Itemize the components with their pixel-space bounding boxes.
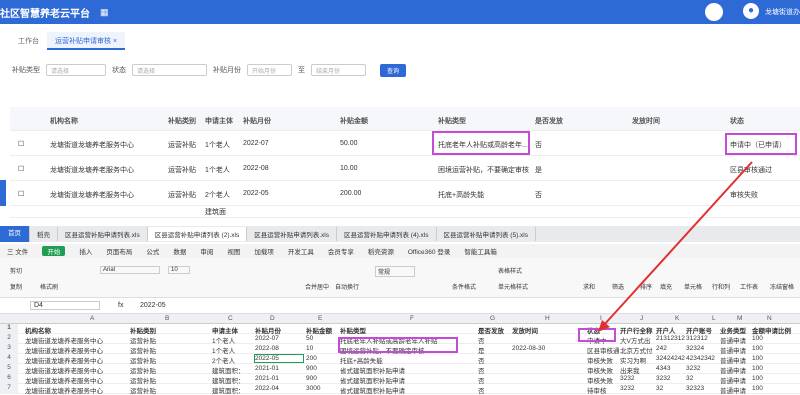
arrow-head bbox=[598, 320, 610, 332]
annotation-arrow bbox=[598, 161, 753, 332]
arrow-line bbox=[602, 161, 753, 327]
